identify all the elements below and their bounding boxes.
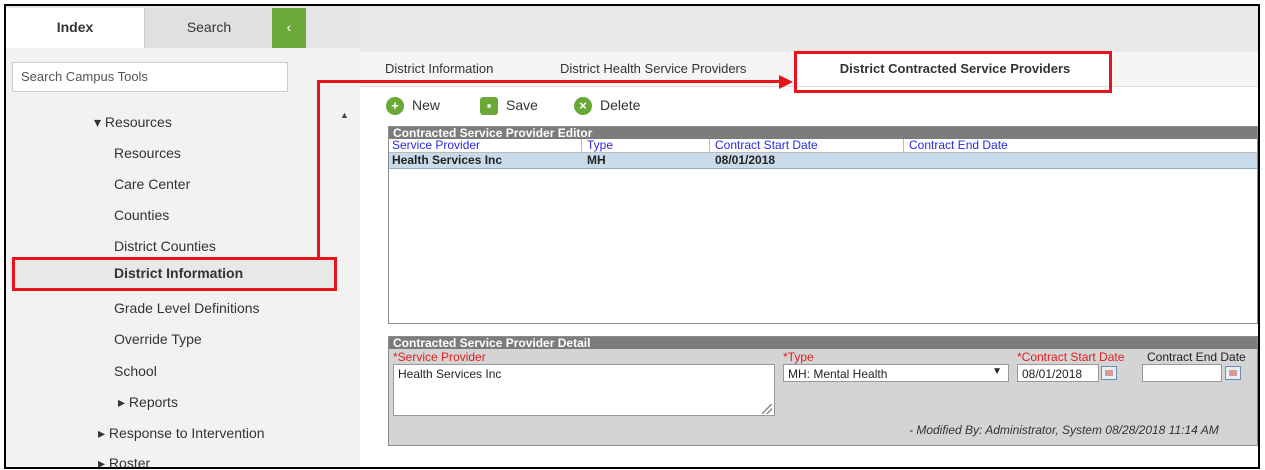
main-content: District Information District Health Ser… <box>360 6 1258 467</box>
add-icon: + <box>386 97 404 116</box>
chevron-down-icon: ▼ <box>992 366 1002 377</box>
tree-item-override-type[interactable]: Override Type <box>114 331 202 347</box>
cell-type: MH <box>587 153 606 167</box>
delete-button-label: Delete <box>600 97 641 113</box>
tab-search[interactable]: Search <box>145 8 273 48</box>
tree-item-care-center[interactable]: Care Center <box>114 176 190 192</box>
tree-folder-resources[interactable]: ▾ Resources <box>94 114 172 131</box>
sidebar-tabs: Index Search ‹ <box>6 6 360 48</box>
campus-tools-search-input[interactable]: Search Campus Tools <box>12 62 288 92</box>
contract-end-date-field[interactable] <box>1142 364 1222 382</box>
contract-start-date-label: *Contract Start Date <box>1017 350 1125 364</box>
provider-editor-panel: Contracted Service Provider Editor Servi… <box>388 126 1258 324</box>
column-header-contract-end-date[interactable]: Contract End Date <box>909 139 1008 152</box>
provider-detail-panel: Contracted Service Provider Detail *Serv… <box>388 336 1258 446</box>
tree-item-district-information[interactable]: District Information <box>10 258 336 288</box>
tree-folder-roster[interactable]: ▸ Roster <box>98 455 150 467</box>
type-label: *Type <box>783 350 814 364</box>
collapse-sidebar-button[interactable]: ‹ <box>272 8 306 48</box>
tab-index[interactable]: Index <box>6 8 145 48</box>
column-divider <box>581 139 582 152</box>
scroll-up-icon[interactable]: ▲ <box>340 110 349 120</box>
tab-district-health-service-providers[interactable]: District Health Service Providers <box>560 52 746 86</box>
contract-start-date-field[interactable]: 08/01/2018 <box>1017 364 1099 382</box>
tab-district-information[interactable]: District Information <box>385 52 493 86</box>
delete-icon: × <box>574 97 592 116</box>
top-bar <box>360 6 1258 53</box>
modified-by-text: - Modified By: Administrator, System 08/… <box>909 423 1219 437</box>
app-window: Index Search ‹ Search Campus Tools ▲ ▾ R… <box>4 4 1260 469</box>
tree-folder-response-to-intervention[interactable]: ▸ Response to Intervention <box>98 425 265 442</box>
tree-folder-reports[interactable]: ▸ Reports <box>118 394 178 411</box>
type-select[interactable]: MH: Mental Health ▼ <box>783 364 1009 382</box>
sidebar: Index Search ‹ Search Campus Tools ▲ ▾ R… <box>6 6 360 467</box>
calendar-icon[interactable] <box>1225 366 1241 380</box>
tree-item-resources[interactable]: Resources <box>114 145 181 161</box>
column-header-type[interactable]: Type <box>587 139 613 152</box>
annotation-arrow-icon <box>779 75 793 89</box>
save-icon: ▪ <box>480 97 498 116</box>
cell-service-provider: Health Services Inc <box>392 153 503 167</box>
cell-contract-start-date: 08/01/2018 <box>715 153 776 167</box>
resize-grip-icon[interactable] <box>762 404 772 414</box>
service-provider-field[interactable]: Health Services Inc <box>393 364 775 416</box>
new-button-label: New <box>412 97 441 113</box>
save-button[interactable]: ▪ Save <box>480 90 538 120</box>
contract-end-date-label: Contract End Date <box>1147 350 1246 364</box>
new-button[interactable]: + New <box>386 90 440 120</box>
type-select-value: MH: Mental Health <box>788 367 888 381</box>
tree-item-grade-level-definitions[interactable]: Grade Level Definitions <box>114 300 260 316</box>
detail-title: Contracted Service Provider Detail <box>389 337 1257 349</box>
calendar-icon[interactable] <box>1101 366 1117 380</box>
column-divider <box>903 139 904 152</box>
subtab-bar: District Information District Health Ser… <box>360 52 1258 87</box>
editor-title: Contracted Service Provider Editor <box>389 127 1257 139</box>
tree-item-district-counties[interactable]: District Counties <box>114 238 216 254</box>
column-header-contract-start-date[interactable]: Contract Start Date <box>715 139 818 152</box>
column-divider <box>709 139 710 152</box>
service-provider-label: *Service Provider <box>393 350 486 364</box>
delete-button[interactable]: × Delete <box>574 90 640 120</box>
editor-grid-header: Service Provider Type Contract Start Dat… <box>389 139 1257 153</box>
column-header-service-provider[interactable]: Service Provider <box>392 139 480 152</box>
save-button-label: Save <box>506 97 538 113</box>
tree-item-counties[interactable]: Counties <box>114 207 169 223</box>
tab-district-contracted-service-providers[interactable]: District Contracted Service Providers <box>797 52 1113 86</box>
tree-item-school[interactable]: School <box>114 363 157 379</box>
table-row[interactable]: Health Services Inc MH 08/01/2018 <box>389 153 1257 169</box>
